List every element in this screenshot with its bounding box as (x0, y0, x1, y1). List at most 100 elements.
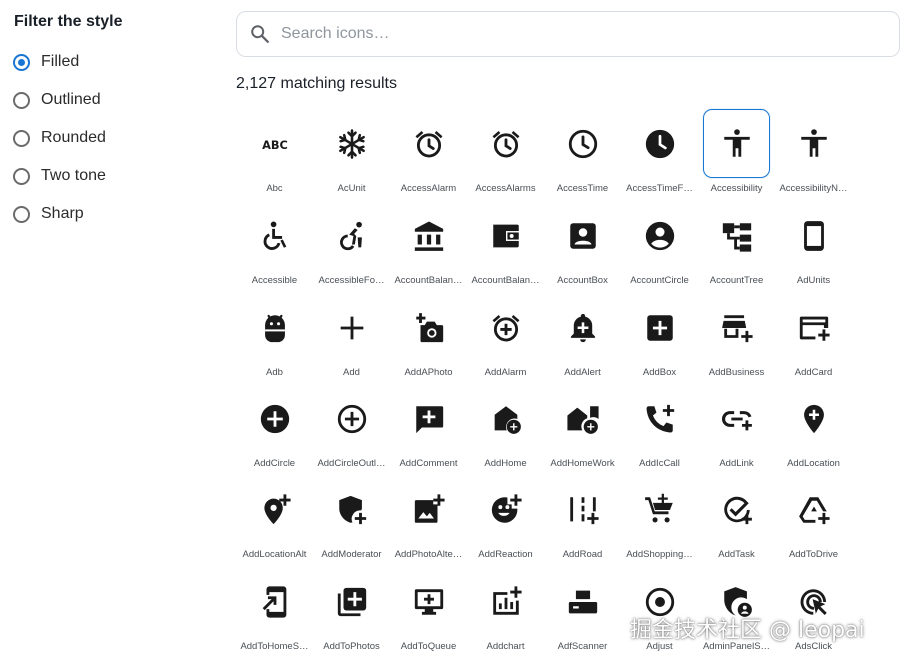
icon-tile[interactable]: AccessTime (544, 108, 621, 200)
icon-preview[interactable] (472, 567, 539, 636)
icon-preview[interactable] (780, 293, 847, 362)
icon-preview[interactable] (318, 109, 385, 178)
icon-tile[interactable]: AddCard (775, 292, 852, 384)
icon-preview[interactable] (780, 475, 847, 544)
icon-tile[interactable]: AcUnit (313, 108, 390, 200)
radio-checked-icon[interactable] (13, 53, 30, 71)
icon-tile[interactable]: Addchart (467, 566, 544, 658)
search-input[interactable] (281, 12, 881, 56)
icon-tile[interactable]: AdUnits (775, 200, 852, 292)
icon-tile[interactable]: AddToDrive (775, 474, 852, 566)
style-option-rounded[interactable]: Rounded (13, 126, 106, 150)
icon-preview[interactable] (241, 384, 308, 453)
style-option-two-tone[interactable]: Two tone (13, 164, 106, 188)
icon-tile[interactable]: AddModerator (313, 474, 390, 566)
radio-unchecked-icon[interactable] (13, 205, 30, 223)
icon-tile[interactable]: AccessibleFo… (313, 200, 390, 292)
icon-preview[interactable] (472, 201, 539, 270)
icon-tile[interactable]: AddLocationAlt (236, 474, 313, 566)
icon-tile[interactable]: AccountCircle (621, 200, 698, 292)
icon-preview[interactable] (395, 109, 462, 178)
icon-preview[interactable] (626, 293, 693, 362)
search-box[interactable] (236, 11, 900, 57)
radio-unchecked-icon[interactable] (13, 129, 30, 147)
icon-tile[interactable]: ABC Abc (236, 108, 313, 200)
icon-preview[interactable] (472, 384, 539, 453)
icon-tile[interactable]: AddToHomeS… (236, 566, 313, 658)
icon-tile[interactable]: AddCircle (236, 383, 313, 475)
icon-preview[interactable] (703, 384, 770, 453)
icon-preview[interactable] (549, 201, 616, 270)
icon-preview[interactable] (318, 293, 385, 362)
icon-tile[interactable]: AdfScanner (544, 566, 621, 658)
icon-tile[interactable]: AddIcCall (621, 383, 698, 475)
icon-tile[interactable]: AddLink (698, 383, 775, 475)
icon-preview[interactable] (549, 293, 616, 362)
icon-preview[interactable] (318, 567, 385, 636)
icon-tile[interactable]: AddLocation (775, 383, 852, 475)
icon-preview[interactable] (395, 567, 462, 636)
icon-tile[interactable]: AccountTree (698, 200, 775, 292)
icon-preview[interactable] (549, 475, 616, 544)
icon-preview[interactable] (395, 384, 462, 453)
icon-tile[interactable]: AddRoad (544, 474, 621, 566)
icon-tile[interactable]: AccessTimeF… (621, 108, 698, 200)
icon-tile[interactable]: AccessAlarm (390, 108, 467, 200)
icon-preview[interactable] (703, 201, 770, 270)
icon-preview[interactable] (780, 201, 847, 270)
style-option-filled[interactable]: Filled (13, 50, 79, 74)
icon-tile[interactable]: AddCircleOutl… (313, 383, 390, 475)
icon-tile[interactable]: AccountBalan… (390, 200, 467, 292)
icon-tile[interactable]: Adb (236, 292, 313, 384)
icon-tile[interactable]: AddHomeWork (544, 383, 621, 475)
radio-unchecked-icon[interactable] (13, 91, 30, 109)
icon-preview[interactable] (241, 567, 308, 636)
icon-tile[interactable]: AddReaction (467, 474, 544, 566)
icon-preview[interactable] (472, 293, 539, 362)
icon-preview[interactable] (626, 384, 693, 453)
icon-preview[interactable] (472, 109, 539, 178)
icon-preview[interactable] (318, 384, 385, 453)
icon-tile[interactable]: AddBusiness (698, 292, 775, 384)
icon-preview[interactable]: ABC (241, 109, 308, 178)
icon-preview[interactable] (780, 384, 847, 453)
icon-tile[interactable]: AccessibilityN… (775, 108, 852, 200)
icon-preview[interactable] (472, 475, 539, 544)
style-option-sharp[interactable]: Sharp (13, 202, 84, 226)
icon-preview[interactable] (549, 109, 616, 178)
icon-preview[interactable] (241, 475, 308, 544)
icon-preview[interactable] (395, 293, 462, 362)
icon-preview[interactable] (626, 109, 693, 178)
icon-preview[interactable] (241, 201, 308, 270)
icon-tile[interactable]: AddComment (390, 383, 467, 475)
icon-tile[interactable]: AddAPhoto (390, 292, 467, 384)
icon-tile[interactable]: AccountBalan… (467, 200, 544, 292)
icon-tile[interactable]: AddPhotoAlte… (390, 474, 467, 566)
icon-tile[interactable]: Accessibility (698, 108, 775, 200)
icon-tile[interactable]: AddTask (698, 474, 775, 566)
icon-preview[interactable] (626, 201, 693, 270)
icon-tile[interactable]: AddAlarm (467, 292, 544, 384)
icon-preview[interactable] (703, 293, 770, 362)
icon-tile[interactable]: Add (313, 292, 390, 384)
icon-preview[interactable] (395, 475, 462, 544)
icon-preview[interactable] (549, 384, 616, 453)
radio-unchecked-icon[interactable] (13, 167, 30, 185)
icon-preview[interactable] (703, 109, 770, 178)
style-option-outlined[interactable]: Outlined (13, 88, 101, 112)
icon-tile[interactable]: AddToPhotos (313, 566, 390, 658)
icon-tile[interactable]: AddShopping… (621, 474, 698, 566)
icon-preview[interactable] (703, 475, 770, 544)
icon-tile[interactable]: AddAlert (544, 292, 621, 384)
icon-tile[interactable]: AccessAlarms (467, 108, 544, 200)
icon-tile[interactable]: AddBox (621, 292, 698, 384)
icon-tile[interactable]: AddHome (467, 383, 544, 475)
icon-preview[interactable] (318, 475, 385, 544)
icon-tile[interactable]: Accessible (236, 200, 313, 292)
icon-preview[interactable] (626, 475, 693, 544)
icon-preview[interactable] (549, 567, 616, 636)
icon-tile[interactable]: AddToQueue (390, 566, 467, 658)
icon-preview[interactable] (395, 201, 462, 270)
icon-preview[interactable] (241, 293, 308, 362)
icon-preview[interactable] (318, 201, 385, 270)
